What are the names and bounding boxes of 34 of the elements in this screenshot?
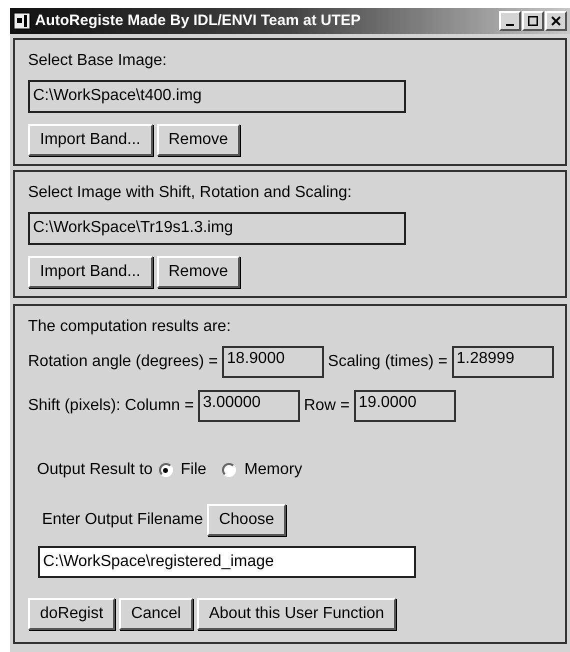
filename-label: Enter Output Filename: [42, 510, 203, 530]
radio-option[interactable]: Memory: [222, 458, 302, 482]
section-label: Select Base Image:: [28, 51, 168, 71]
result-field[interactable]: 19.0000: [354, 390, 456, 422]
radio-option[interactable]: File: [158, 458, 206, 482]
maximize-button[interactable]: [522, 11, 544, 31]
result-label: Rotation angle (degrees) =: [28, 352, 218, 372]
minimize-icon: [506, 24, 514, 26]
output-label: Output Result to: [37, 460, 153, 480]
push-button[interactable]: doRegist: [28, 598, 116, 630]
push-button[interactable]: About this User Function: [196, 598, 396, 630]
minimize-button[interactable]: [499, 11, 521, 31]
section-label: Select Image with Shift, Rotation and Scaling:: [28, 183, 353, 203]
path-field[interactable]: C:\WorkSpace\Tr19s1.3.img: [28, 212, 406, 245]
window-title: AutoRegiste Made By IDL/ENVI Team at UTEP: [35, 10, 361, 31]
push-button[interactable]: Import Band...: [28, 124, 152, 156]
result-field[interactable]: 3.00000: [198, 390, 300, 422]
result-field[interactable]: 18.9000: [222, 346, 324, 378]
filename-field[interactable]: C:\WorkSpace\registered_image: [38, 546, 416, 578]
close-icon: [551, 16, 561, 26]
path-field[interactable]: C:\WorkSpace\t400.img: [28, 80, 406, 113]
push-button[interactable]: Remove: [156, 124, 240, 156]
push-button[interactable]: Remove: [156, 256, 240, 288]
maximize-icon: [528, 16, 538, 26]
result-label: Row =: [304, 396, 350, 416]
app-icon: [13, 12, 31, 30]
result-label: Shift (pixels): Column =: [28, 396, 194, 416]
push-button[interactable]: Choose: [206, 504, 286, 536]
results-heading: The computation results are:: [28, 317, 232, 337]
result-label: Scaling (times) =: [328, 352, 448, 372]
push-button[interactable]: Import Band...: [28, 256, 152, 288]
close-button[interactable]: [545, 11, 567, 31]
result-field[interactable]: 1.28999: [452, 346, 554, 378]
push-button[interactable]: Cancel: [119, 598, 193, 630]
